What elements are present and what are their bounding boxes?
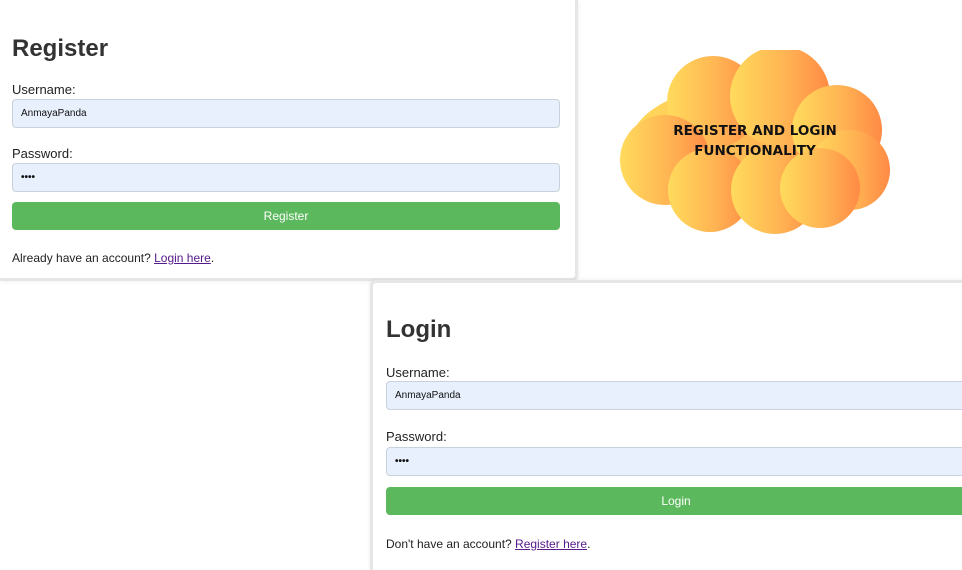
cloud-banner-text: REGISTER AND LOGIN FUNCTIONALITY bbox=[645, 121, 865, 161]
login-footer-text: Don't have an account? bbox=[386, 537, 516, 551]
register-button[interactable]: Register bbox=[12, 202, 560, 230]
register-username-label: Username: bbox=[12, 82, 76, 97]
login-password-input[interactable]: •••• bbox=[386, 447, 962, 476]
login-footer: Don't have an account? Register here. bbox=[386, 538, 590, 550]
register-footer: Already have an account? Login here. bbox=[12, 252, 214, 264]
login-footer-period: . bbox=[587, 537, 591, 551]
cloud-banner: REGISTER AND LOGIN FUNCTIONALITY bbox=[615, 50, 895, 235]
register-password-input[interactable]: •••• bbox=[12, 163, 560, 192]
login-username-label: Username: bbox=[386, 365, 450, 380]
login-here-link[interactable]: Login here bbox=[154, 251, 211, 265]
cloud-banner-line2: FUNCTIONALITY bbox=[694, 143, 816, 159]
login-password-label: Password: bbox=[386, 429, 447, 444]
register-title: Register bbox=[12, 35, 109, 62]
register-footer-period: . bbox=[210, 251, 215, 265]
register-form-card: Register Username: AnmayaPanda Password:… bbox=[0, 0, 578, 281]
register-here-link[interactable]: Register here bbox=[515, 537, 587, 551]
login-title: Login bbox=[386, 316, 452, 343]
login-form-card: Login Username: AnmayaPanda Password: ••… bbox=[370, 280, 962, 570]
cloud-banner-line1: REGISTER AND LOGIN bbox=[673, 123, 837, 139]
register-footer-text: Already have an account? bbox=[12, 251, 155, 265]
login-username-input[interactable]: AnmayaPanda bbox=[386, 381, 962, 410]
login-button[interactable]: Login bbox=[386, 487, 962, 515]
register-username-input[interactable]: AnmayaPanda bbox=[12, 99, 560, 128]
register-password-label: Password: bbox=[12, 146, 73, 161]
